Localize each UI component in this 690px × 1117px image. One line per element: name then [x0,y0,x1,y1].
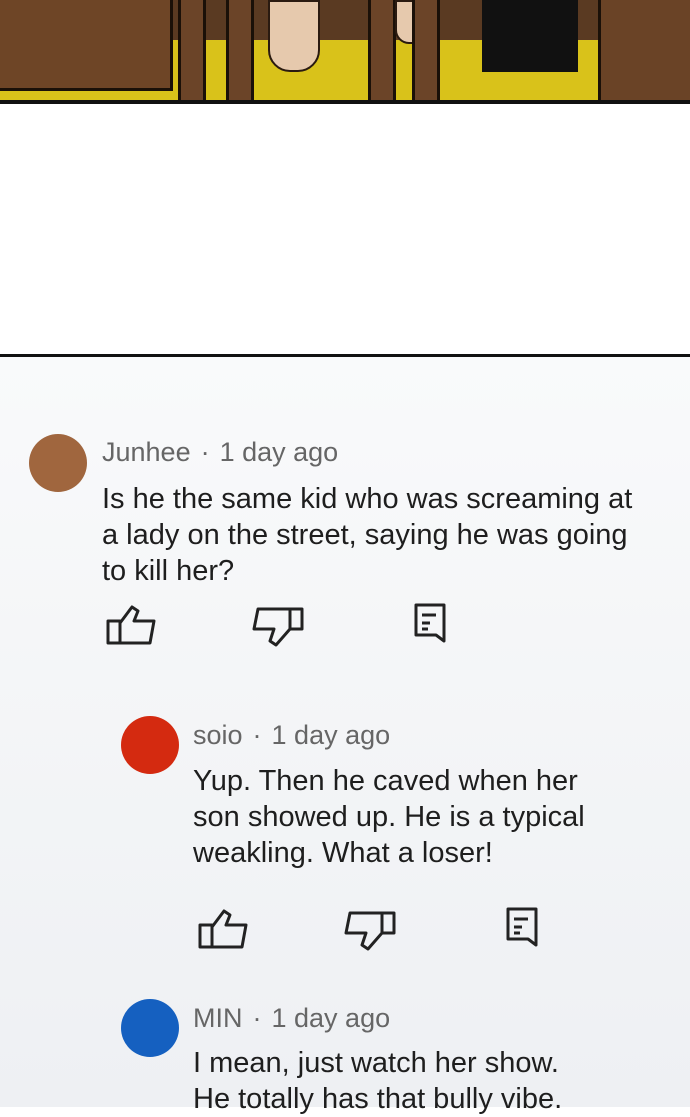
comment-line: son showed up. He is a typical [193,801,585,833]
avatar[interactable] [121,716,179,774]
avatar[interactable] [29,434,87,492]
comment-line: a lady on the street, saying he was goin… [102,519,628,551]
rail [178,0,206,100]
reply-icon[interactable] [406,601,450,645]
door [598,0,690,100]
comic-panel-illustration [0,0,690,104]
comment-meta: MIN · 1 day ago [193,1003,391,1033]
comments-panel: Junhee · 1 day ago Is he the same kid who … [0,354,690,1115]
thumbs-up-icon[interactable] [106,603,158,647]
comment-author[interactable]: soio [193,720,243,750]
comment-text: I mean, just watch her show. He totally … [193,1045,562,1117]
comment-time: 1 day ago [219,437,339,467]
panel-border [0,100,690,104]
comment-meta: Junhee · 1 day ago [102,437,339,467]
cabinet [0,0,173,91]
comment-text: Yup. Then he caved when her son showed u… [193,763,585,871]
thumbs-down-icon[interactable] [252,605,304,649]
thumbs-up-icon[interactable] [198,907,250,951]
rail [226,0,254,100]
comment-author[interactable]: MIN [193,1003,243,1033]
comment-line: Is he the same kid who was screaming at [102,483,633,515]
reply-icon[interactable] [498,905,542,949]
rail [412,0,440,100]
thumbs-down-icon[interactable] [344,909,396,953]
foot [268,0,320,72]
comment-meta: soio · 1 day ago [193,720,391,750]
rail [368,0,396,100]
comment-line: I mean, just watch her show. [193,1047,559,1079]
comment-line: to kill her? [102,555,235,587]
avatar[interactable] [121,999,179,1057]
comment-text: Is he the same kid who was screaming at … [102,481,632,589]
dark-box [482,0,578,72]
comment-line: He totally has that bully vibe. [193,1083,563,1115]
comment-time: 1 day ago [271,720,391,750]
comment-time: 1 day ago [271,1003,391,1033]
comment-line: Yup. Then he caved when her [193,765,578,797]
comment-author[interactable]: Junhee [102,437,191,467]
comment-line: weakling. What a loser! [193,837,493,869]
